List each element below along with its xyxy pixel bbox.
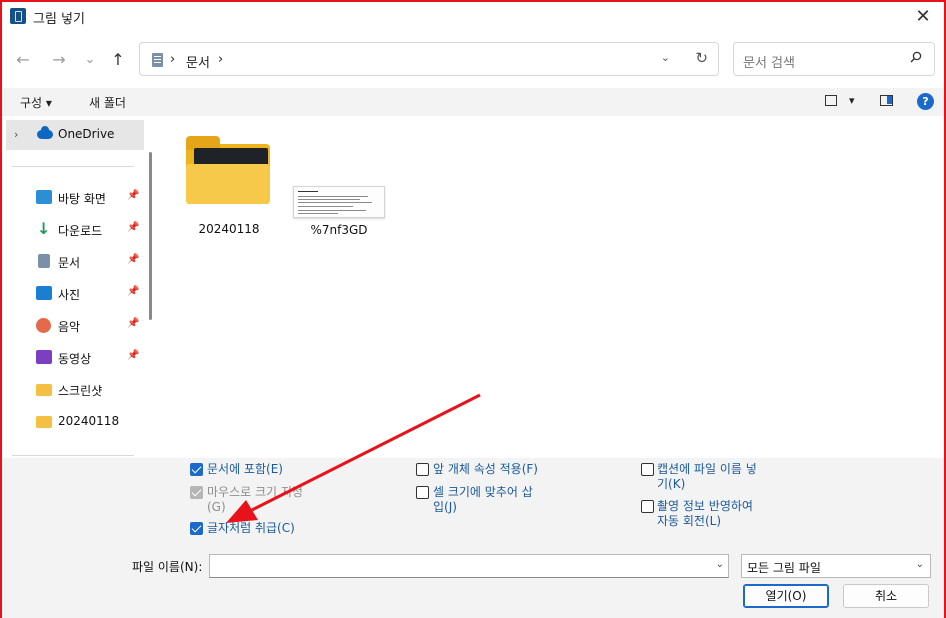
folder-icon [186, 136, 270, 206]
up-button[interactable]: ↑ [107, 50, 129, 70]
organize-menu[interactable]: 구성 ▾ [20, 94, 52, 111]
breadcrumb-separator: › [170, 52, 176, 67]
recent-locations-button[interactable]: ⌄ [79, 50, 101, 70]
filename-label: 파일 이름(N): [132, 560, 203, 574]
sidebar-scrollbar[interactable] [149, 152, 152, 320]
folder-icon [36, 416, 52, 428]
file-list: 20240118 %7nf3GD [160, 116, 944, 458]
file-name: %7nf3GD [310, 223, 368, 237]
download-icon: ↓ [37, 219, 51, 238]
divider [12, 166, 134, 167]
filetype-value[interactable]: 모든 그림 파일 [747, 559, 821, 576]
cancel-button[interactable]: 취소 [843, 584, 929, 608]
pin-icon[interactable]: 📌 [127, 350, 139, 361]
sidebar-item-onedrive[interactable]: › OneDrive [6, 120, 144, 150]
pictures-icon [36, 286, 52, 300]
help-icon[interactable]: ? [917, 93, 934, 110]
sidebar-item-label: 음악 [58, 320, 81, 334]
divider [12, 455, 134, 456]
back-button[interactable]: ← [12, 50, 34, 70]
sidebar-item-downloads[interactable]: ↓ 다운로드 📌 [2, 214, 144, 246]
pin-icon[interactable]: 📌 [127, 286, 139, 297]
forward-button[interactable]: → [48, 50, 70, 70]
file-item-folder[interactable]: 20240118 [186, 136, 272, 236]
insert-options: 문서에 포함(E) 마우스로 크기 지정 (G) 글자처럼 취급(C) 앞 개체… [2, 458, 944, 544]
documents-icon [38, 254, 50, 268]
sidebar-item-label: 다운로드 [58, 224, 103, 238]
fit-cell-label-2[interactable]: 입(J) [433, 499, 457, 515]
videos-icon [36, 350, 52, 364]
sidebar-item-20240118[interactable]: 20240118 [2, 406, 144, 438]
search-box[interactable]: 문서 검색 [733, 42, 935, 76]
open-button[interactable]: 열기(O) [743, 584, 829, 608]
sidebar-item-desktop[interactable]: 바탕 화면 📌 [2, 182, 144, 214]
folder-icon [36, 384, 52, 396]
bring-front-checkbox[interactable] [416, 463, 429, 476]
onedrive-cloud-icon [37, 126, 53, 139]
sidebar-item-label: 동영상 [58, 352, 92, 366]
view-dropdown-icon[interactable]: ▾ [849, 94, 855, 107]
fit-cell-checkbox[interactable] [416, 486, 429, 499]
breadcrumb-documents[interactable]: 문서 [186, 52, 210, 71]
refresh-icon[interactable]: ↻ [695, 49, 708, 67]
chevron-right-icon[interactable]: › [14, 128, 18, 141]
auto-rotate-label[interactable]: 촬영 정보 반영하여 [657, 498, 753, 514]
new-folder-button[interactable]: 새 폴더 [89, 94, 126, 111]
search-icon[interactable] [910, 51, 922, 63]
documents-icon [152, 53, 163, 67]
file-name-area: 파일 이름(N): ⌄ 모든 그림 파일 ⌄ 열기(O) 취소 [2, 544, 944, 618]
title-bar: 그림 넣기 ✕ [2, 2, 944, 32]
command-bar: 구성 ▾ 새 폴더 ▾ ? [2, 88, 944, 116]
breadcrumb-separator-2[interactable]: › [218, 52, 223, 67]
address-dropdown-icon[interactable]: ⌄ [661, 51, 670, 64]
chevron-down-icon[interactable]: ⌄ [716, 559, 724, 570]
filetype-select[interactable]: 모든 그림 파일 ⌄ [741, 554, 931, 578]
treat-as-char-checkbox[interactable] [190, 522, 203, 535]
caption-filename-label[interactable]: 캡션에 파일 이름 넣 [657, 461, 757, 477]
app-icon [10, 8, 26, 24]
sidebar-item-screenshots[interactable]: 스크린샷 [2, 374, 144, 406]
auto-rotate-checkbox[interactable] [641, 500, 654, 513]
filename-input[interactable]: ⌄ [209, 554, 729, 578]
sidebar-item-documents[interactable]: 문서 📌 [2, 246, 144, 278]
pin-icon[interactable]: 📌 [127, 190, 139, 201]
sidebar-item-label: OneDrive [58, 127, 115, 141]
sidebar-item-label: 문서 [58, 256, 81, 270]
pin-icon[interactable]: 📌 [127, 254, 139, 265]
desktop-icon [36, 190, 52, 204]
music-icon [36, 318, 51, 333]
pin-icon[interactable]: 📌 [127, 222, 139, 233]
insert-picture-dialog: 그림 넣기 ✕ ← → ⌄ ↑ › 문서 › ⌄ ↻ 문서 검색 구성 ▾ 새 … [0, 0, 946, 618]
include-in-doc-checkbox[interactable] [190, 463, 203, 476]
sidebar-item-videos[interactable]: 동영상 📌 [2, 342, 144, 374]
mouse-size-checkbox [190, 486, 203, 499]
sidebar-item-label: 스크린샷 [58, 384, 103, 398]
caption-filename-label-2[interactable]: 기(K) [657, 476, 685, 492]
image-thumbnail [293, 186, 385, 218]
search-input[interactable]: 문서 검색 [743, 52, 795, 71]
preview-pane-icon[interactable] [880, 95, 893, 106]
sidebar-item-label: 사진 [58, 288, 81, 302]
mouse-size-label: 마우스로 크기 지정 [207, 485, 303, 499]
chevron-down-icon[interactable]: ⌄ [916, 559, 924, 570]
fit-cell-label[interactable]: 셀 크기에 맞추어 삽 [433, 484, 533, 500]
close-button[interactable]: ✕ [910, 4, 936, 30]
sidebar-item-label: 20240118 [58, 414, 120, 428]
view-icon[interactable] [825, 95, 837, 106]
sidebar-item-label: 바탕 화면 [58, 192, 106, 206]
caption-filename-checkbox[interactable] [641, 463, 654, 476]
pin-icon[interactable]: 📌 [127, 318, 139, 329]
auto-rotate-label-2[interactable]: 자동 회전(L) [657, 513, 721, 529]
mouse-size-label-2: (G) [207, 500, 226, 514]
treat-as-char-label[interactable]: 글자처럼 취급(C) [207, 520, 295, 536]
navigation-pane: › OneDrive 바탕 화면 📌 ↓ 다운로드 📌 문서 📌 사진 📌 음악… [2, 116, 152, 458]
navigation-bar: ← → ⌄ ↑ › 문서 › ⌄ ↻ 문서 검색 [2, 40, 944, 80]
file-name: 20240118 [198, 222, 260, 236]
bring-front-label[interactable]: 앞 개체 속성 적용(F) [433, 461, 538, 477]
include-in-doc-label[interactable]: 문서에 포함(E) [207, 461, 283, 477]
sidebar-item-pictures[interactable]: 사진 📌 [2, 278, 144, 310]
sidebar-item-music[interactable]: 음악 📌 [2, 310, 144, 342]
window-title: 그림 넣기 [33, 12, 85, 27]
address-bar[interactable]: › 문서 › ⌄ ↻ [139, 42, 719, 76]
